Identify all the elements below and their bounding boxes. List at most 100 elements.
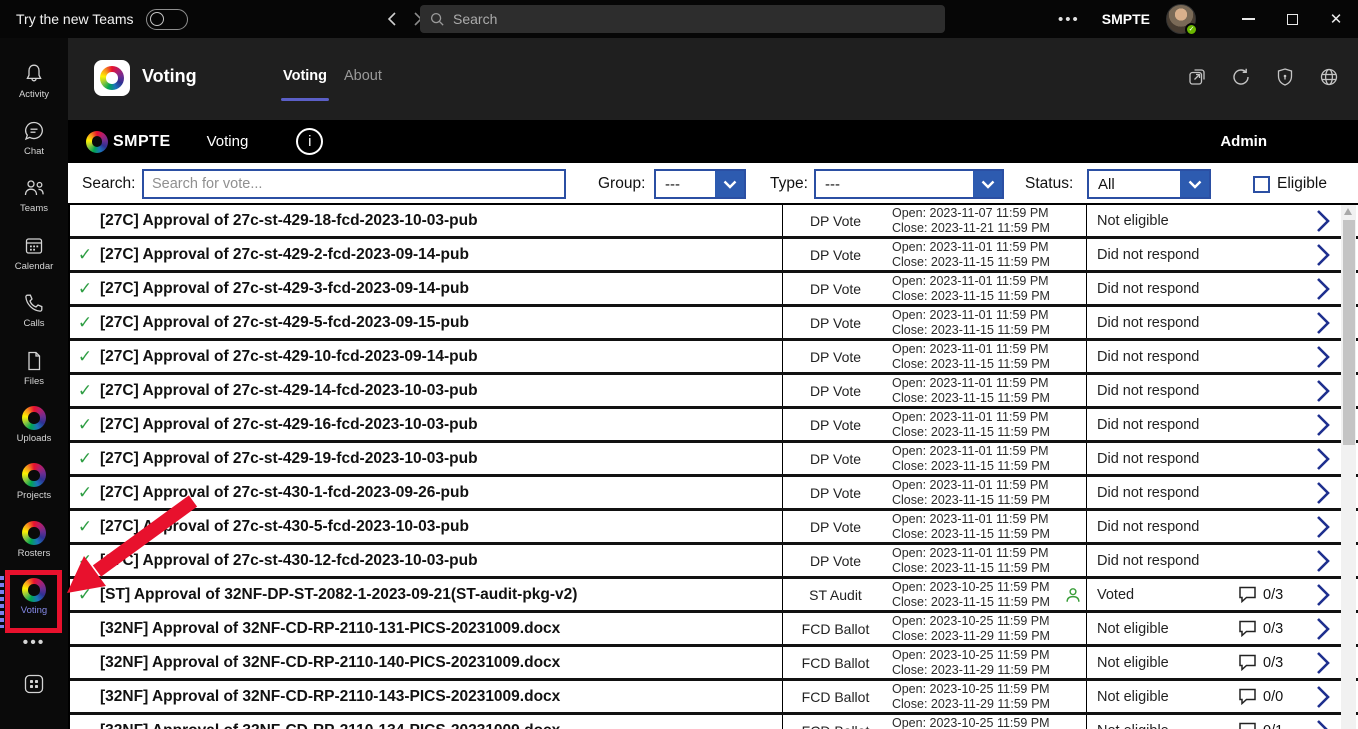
vote-row[interactable]: ✓ [27C] Approval of 27c-st-429-18-fcd-20…	[70, 205, 1358, 239]
minimize-icon	[1241, 18, 1255, 20]
scrollbar-up-icon[interactable]	[1344, 208, 1352, 215]
vote-open-date: Open: 2023-10-25 11:59 PM	[892, 613, 1050, 628]
scrollbar-thumb[interactable]	[1342, 220, 1355, 445]
chevron-right-icon[interactable]	[1308, 273, 1338, 304]
globe-icon	[1320, 68, 1338, 86]
maximize-button[interactable]	[1270, 0, 1314, 38]
sidebar-item-label: Files	[23, 375, 45, 387]
chevron-right-icon[interactable]	[1308, 205, 1338, 236]
chevron-right-icon[interactable]	[1308, 375, 1338, 406]
comments-indicator[interactable]: 0/3	[1238, 647, 1308, 678]
vote-title: [27C] Approval of 27c-st-430-12-fcd-2023…	[100, 551, 478, 569]
vote-close-date: Close: 2023-11-15 11:59 PM	[892, 254, 1050, 269]
list-scrollbar[interactable]	[1341, 205, 1356, 729]
type-select[interactable]: ---	[814, 169, 1004, 199]
try-new-teams-label: Try the new Teams	[16, 11, 134, 27]
sidebar-item-rosters[interactable]: Rosters	[0, 511, 68, 568]
group-label: Group:	[598, 175, 646, 192]
vote-row[interactable]: ✓ [27C] Approval of 27c-st-429-16-fcd-20…	[70, 409, 1358, 443]
chevron-right-icon[interactable]	[1308, 681, 1338, 712]
vote-type: DP Vote	[782, 205, 888, 236]
app-rail: Activity Chat Teams Calendar Calls Files…	[0, 38, 68, 729]
sidebar-item-projects[interactable]: Projects	[0, 454, 68, 511]
vote-search-input[interactable]	[142, 169, 566, 199]
vote-row[interactable]: ✓ [32NF] Approval of 32NF-CD-RP-2110-143…	[70, 681, 1358, 715]
person-icon	[1060, 579, 1086, 610]
vote-row[interactable]: ✓ [27C] Approval of 27c-st-430-1-fcd-202…	[70, 477, 1358, 511]
vote-row[interactable]: ✓ [27C] Approval of 27c-st-429-2-fcd-202…	[70, 239, 1358, 273]
vote-row[interactable]: ✓ [27C] Approval of 27c-st-429-5-fcd-202…	[70, 307, 1358, 341]
apps-grid-icon	[24, 674, 44, 693]
chevron-right-icon[interactable]	[1308, 579, 1338, 610]
chevron-right-icon[interactable]	[1308, 613, 1338, 644]
vote-row[interactable]: ✓ [32NF] Approval of 32NF-CD-RP-2110-131…	[70, 613, 1358, 647]
tab-about[interactable]: About	[344, 68, 382, 84]
global-search-input[interactable]: Search	[420, 5, 945, 33]
comments-indicator[interactable]: 0/1	[1238, 715, 1308, 729]
vote-open-date: Open: 2023-10-25 11:59 PM	[892, 647, 1050, 662]
chevron-right-icon[interactable]	[1308, 341, 1338, 372]
chevron-right-icon[interactable]	[1308, 477, 1338, 508]
website-button[interactable]	[1314, 62, 1344, 92]
chevron-right-icon[interactable]	[1308, 715, 1338, 729]
sidebar-item-label: Calls	[23, 318, 45, 330]
vote-row[interactable]: ✓ [32NF] Approval of 32NF-CD-RP-2110-134…	[70, 715, 1358, 729]
sidebar-item-apps[interactable]	[22, 660, 46, 729]
vote-dates: Open: 2023-10-25 11:59 PM Close: 2023-11…	[888, 647, 1060, 678]
sidebar-item-voting[interactable]: Voting	[0, 569, 68, 626]
comments-indicator[interactable]: 0/0	[1238, 681, 1308, 712]
vote-title: [27C] Approval of 27c-st-429-14-fcd-2023…	[100, 381, 478, 399]
vote-row[interactable]: ✓ [27C] Approval of 27c-st-429-3-fcd-202…	[70, 273, 1358, 307]
org-name[interactable]: SMPTE	[1102, 11, 1150, 27]
group-select[interactable]: ---	[654, 169, 746, 199]
vote-row[interactable]: ✓ [27C] Approval of 27c-st-429-14-fcd-20…	[70, 375, 1358, 409]
chevron-right-icon[interactable]	[1308, 647, 1338, 678]
chevron-right-icon[interactable]	[1308, 511, 1338, 542]
vote-row[interactable]: ✓ [ST] Approval of 32NF-DP-ST-2082-1-202…	[70, 579, 1358, 613]
sidebar-item-label: Teams	[20, 203, 48, 215]
vote-row[interactable]: ✓ [32NF] Approval of 32NF-CD-RP-2110-140…	[70, 647, 1358, 681]
sidebar-item-files[interactable]: Files	[0, 339, 68, 396]
vote-row[interactable]: ✓ [27C] Approval of 27c-st-430-5-fcd-202…	[70, 511, 1358, 545]
vote-row[interactable]: ✓ [27C] Approval of 27c-st-430-12-fcd-20…	[70, 545, 1358, 579]
vote-type: DP Vote	[782, 545, 888, 576]
chevron-down-icon	[1180, 171, 1209, 197]
sidebar-item-teams[interactable]: Teams	[0, 167, 68, 224]
comments-indicator[interactable]: 0/3	[1238, 613, 1308, 644]
sidebar-item-label: Voting	[20, 605, 48, 617]
sidebar-item-chat[interactable]: Chat	[0, 109, 68, 166]
titlebar-more-icon[interactable]: •••	[1058, 11, 1080, 28]
comments-indicator[interactable]: 0/3	[1238, 579, 1308, 610]
sidebar-item-activity[interactable]: Activity	[0, 52, 68, 109]
vote-row[interactable]: ✓ [27C] Approval of 27c-st-429-10-fcd-20…	[70, 341, 1358, 375]
status-select[interactable]: All	[1087, 169, 1211, 199]
chevron-right-icon[interactable]	[1308, 409, 1338, 440]
sidebar-item-calendar[interactable]: Calendar	[0, 224, 68, 281]
tab-voting[interactable]: Voting	[280, 68, 330, 101]
close-button[interactable]: ✕	[1314, 0, 1358, 38]
refresh-button[interactable]	[1226, 62, 1256, 92]
chevron-right-icon[interactable]	[1308, 545, 1338, 576]
sidebar-item-label: Rosters	[17, 547, 51, 559]
avatar[interactable]: ✓	[1166, 4, 1198, 36]
sidebar-item-uploads[interactable]: Uploads	[0, 396, 68, 453]
sidebar-more-icon[interactable]: •••	[23, 626, 46, 660]
popout-button[interactable]	[1182, 62, 1212, 92]
comment-icon	[1239, 688, 1256, 705]
vote-close-date: Close: 2023-11-15 11:59 PM	[892, 492, 1050, 507]
vote-dates: Open: 2023-10-25 11:59 PM Close: 2023-11…	[888, 715, 1060, 729]
vote-row[interactable]: ✓ [27C] Approval of 27c-st-429-19-fcd-20…	[70, 443, 1358, 477]
eligible-checkbox[interactable]	[1253, 176, 1270, 193]
admin-link[interactable]: Admin	[1220, 133, 1267, 150]
vote-close-date: Close: 2023-11-15 11:59 PM	[892, 560, 1050, 575]
vote-dates: Open: 2023-11-07 11:59 PM Close: 2023-11…	[888, 205, 1060, 236]
new-teams-toggle[interactable]	[145, 8, 188, 30]
privacy-button[interactable]	[1270, 62, 1300, 92]
back-icon[interactable]	[386, 11, 398, 27]
info-icon[interactable]: i	[296, 128, 324, 155]
chevron-right-icon[interactable]	[1308, 307, 1338, 338]
sidebar-item-calls[interactable]: Calls	[0, 282, 68, 339]
chevron-right-icon[interactable]	[1308, 443, 1338, 474]
chevron-right-icon[interactable]	[1308, 239, 1338, 270]
minimize-button[interactable]	[1226, 0, 1270, 38]
